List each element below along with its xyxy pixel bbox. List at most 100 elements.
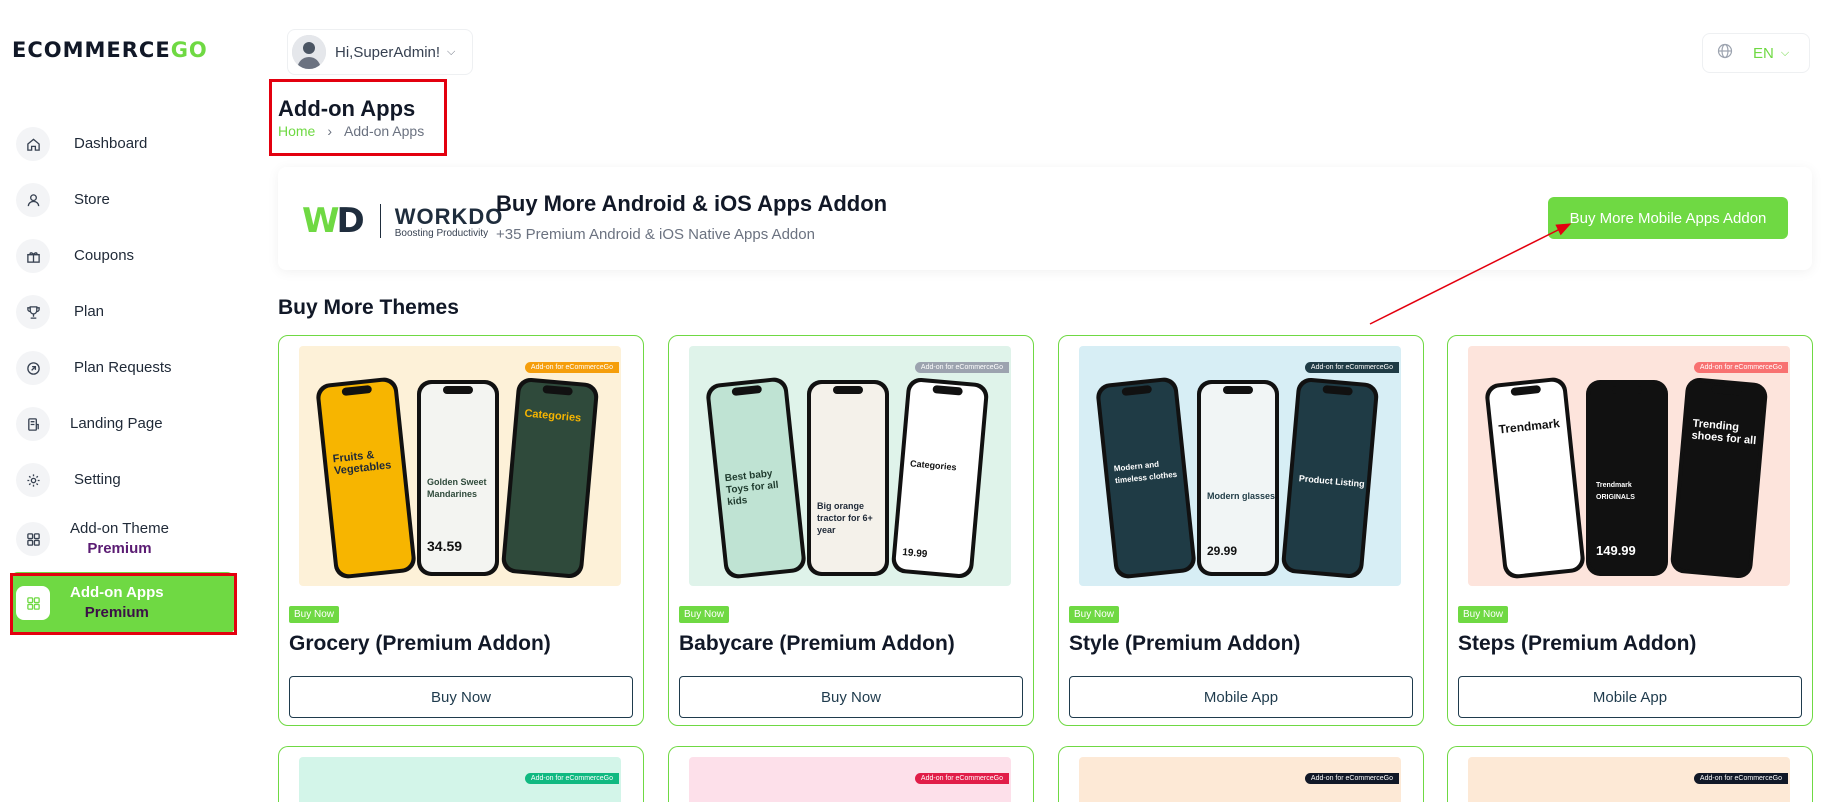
addon-tag: Add-on for eCommerceGo bbox=[1304, 362, 1399, 373]
sidebar-item-text: Add-on Theme Premium bbox=[70, 519, 169, 559]
phone-mockup: Big orange tractor for 6+ year bbox=[807, 380, 889, 576]
user-menu[interactable]: Hi,SuperAdmin! ⌵ bbox=[287, 29, 473, 75]
sidebar-item-addon-theme[interactable]: Add-on Theme Premium bbox=[10, 508, 235, 570]
sidebar-item-setting[interactable]: Setting bbox=[10, 452, 235, 508]
theme-thumbnail: Add-on for eCommerceGo bbox=[1079, 757, 1401, 802]
sidebar-item-addon-apps[interactable]: Add-on Apps Premium bbox=[10, 572, 235, 634]
phone-mockup: Product Listing bbox=[1280, 376, 1380, 580]
page-title: Add-on Apps bbox=[278, 96, 416, 121]
trophy-icon bbox=[16, 295, 50, 329]
phone-mockup: Categories bbox=[500, 376, 600, 580]
chevron-down-icon: ⌵ bbox=[1780, 46, 1790, 59]
theme-thumbnail: Add-on for eCommerceGo Modern and timele… bbox=[1079, 346, 1401, 586]
theme-card-babycare: Add-on for eCommerceGo Best baby Toys fo… bbox=[668, 335, 1034, 726]
phone-mockup: Trending shoes for all bbox=[1669, 376, 1769, 580]
sidebar-item-store[interactable]: Store bbox=[10, 172, 235, 228]
breadcrumb-current: Add-on Apps bbox=[344, 123, 425, 139]
buy-now-button[interactable]: Buy Now bbox=[679, 676, 1023, 718]
app-logo[interactable]: ECOMMERCEGO bbox=[12, 38, 208, 62]
sidebar-item-plan[interactable]: Plan bbox=[10, 284, 235, 340]
theme-thumbnail: Add-on for eCommerceGo Fruits & Vegetabl… bbox=[299, 346, 621, 586]
phone-mockup: Best baby Toys for all kids bbox=[704, 376, 808, 580]
logo-divider bbox=[379, 204, 381, 238]
phone-mockup: Modern glasses 29.99 bbox=[1197, 380, 1279, 576]
avatar bbox=[292, 35, 326, 69]
screen-text: Trendmark ORIGINALS bbox=[1596, 482, 1635, 501]
screen-price: 34.59 bbox=[427, 538, 463, 554]
mobile-apps-banner: WD WORKDO Boosting Productivity Buy More… bbox=[278, 167, 1812, 270]
screen-text: Best baby Toys for all kids bbox=[724, 468, 780, 509]
breadcrumb: Home › Add-on Apps bbox=[278, 123, 424, 139]
addon-tag: Add-on for eCommerceGo bbox=[1304, 773, 1399, 784]
app-root: ECOMMERCEGO Dashboard Store Coupons Plan… bbox=[0, 0, 1842, 802]
theme-thumbnail: Add-on for eCommerceGo bbox=[299, 757, 621, 802]
buy-now-badge: Buy Now bbox=[1069, 606, 1120, 623]
sidebar-item-label: Add-on Theme bbox=[70, 520, 169, 537]
logo-text: ECOMMERCE bbox=[12, 38, 171, 62]
grid-icon bbox=[16, 522, 50, 556]
mobile-app-button[interactable]: Mobile App bbox=[1458, 676, 1802, 718]
buy-now-button[interactable]: Buy Now bbox=[289, 676, 633, 718]
screen-text: Big orange tractor for 6+ year bbox=[817, 501, 873, 535]
section-title: Buy More Themes bbox=[278, 296, 459, 319]
addon-tag: Add-on for eCommerceGo bbox=[914, 362, 1009, 373]
sidebar-item-label: Dashboard bbox=[74, 135, 148, 152]
landing-page-icon bbox=[16, 407, 50, 441]
addon-tag: Add-on for eCommerceGo bbox=[914, 773, 1009, 784]
sidebar-item-landing-page[interactable]: Landing Page bbox=[10, 396, 235, 452]
sidebar: ECOMMERCEGO Dashboard Store Coupons Plan… bbox=[0, 0, 245, 802]
gear-icon bbox=[16, 463, 50, 497]
workdo-logo: WD WORKDO Boosting Productivity bbox=[302, 201, 503, 241]
addon-tag: Add-on for eCommerceGo bbox=[1693, 362, 1788, 373]
screen-text: Golden Sweet Mandarines bbox=[427, 477, 487, 499]
buy-mobile-apps-button[interactable]: Buy More Mobile Apps Addon bbox=[1548, 197, 1788, 239]
buy-now-badge: Buy Now bbox=[289, 606, 340, 623]
card-title: Style (Premium Addon) bbox=[1069, 632, 1301, 655]
breadcrumb-home-link[interactable]: Home bbox=[278, 123, 315, 139]
chevron-down-icon: ⌵ bbox=[447, 45, 456, 58]
theme-card: Add-on for eCommerceGo bbox=[278, 746, 644, 802]
theme-thumbnail: Add-on for eCommerceGo Best baby Toys fo… bbox=[689, 346, 1011, 586]
brand-name: WORKDO bbox=[394, 203, 504, 229]
card-title: Grocery (Premium Addon) bbox=[289, 632, 551, 655]
gift-icon bbox=[16, 239, 50, 273]
sidebar-item-label: Add-on Apps bbox=[70, 584, 164, 601]
user-greeting: Hi,SuperAdmin! bbox=[335, 43, 441, 61]
sidebar-item-coupons[interactable]: Coupons bbox=[10, 228, 235, 284]
grid-icon bbox=[16, 586, 50, 620]
buy-now-badge: Buy Now bbox=[1458, 606, 1509, 623]
globe-icon bbox=[1717, 43, 1733, 64]
screen-price: 19.99 bbox=[901, 547, 928, 561]
sidebar-item-dashboard[interactable]: Dashboard bbox=[10, 116, 235, 172]
addon-tag: Add-on for eCommerceGo bbox=[524, 362, 619, 373]
phone-mockup: Categories 19.99 bbox=[890, 376, 990, 580]
sidebar-item-text: Add-on Apps Premium bbox=[70, 583, 164, 623]
mobile-app-button[interactable]: Mobile App bbox=[1069, 676, 1413, 718]
sidebar-item-label: Landing Page bbox=[70, 415, 163, 432]
card-title: Steps (Premium Addon) bbox=[1458, 632, 1697, 655]
sidebar-item-label: Store bbox=[74, 191, 110, 208]
logo-accent: GO bbox=[170, 38, 208, 62]
theme-card: Add-on for eCommerceGo bbox=[1447, 746, 1813, 802]
brand-tagline: Boosting Productivity bbox=[394, 227, 489, 239]
phone-mockup: Modern and timeless clothes bbox=[1094, 376, 1198, 580]
phone-mockup: Golden Sweet Mandarines 34.59 bbox=[417, 380, 499, 576]
phone-mockup: Fruits & Vegetables bbox=[314, 376, 418, 580]
sidebar-item-label: Setting bbox=[74, 471, 121, 488]
theme-card: Add-on for eCommerceGo bbox=[668, 746, 1034, 802]
sidebar-item-label: Coupons bbox=[74, 247, 135, 264]
theme-card: Add-on for eCommerceGo bbox=[1058, 746, 1424, 802]
request-icon bbox=[16, 351, 50, 385]
language-selector[interactable]: EN ⌵ bbox=[1702, 33, 1810, 73]
workdo-mark-icon: WD bbox=[302, 201, 365, 241]
sidebar-item-plan-requests[interactable]: Plan Requests bbox=[10, 340, 235, 396]
banner-subtitle: +35 Premium Android & iOS Native Apps Ad… bbox=[496, 226, 815, 243]
screen-text: Modern glasses bbox=[1207, 491, 1276, 501]
workdo-brand: WORKDO Boosting Productivity bbox=[395, 204, 504, 239]
home-icon bbox=[16, 127, 50, 161]
phone-mockup: Trendmark bbox=[1483, 376, 1587, 580]
buy-now-badge: Buy Now bbox=[679, 606, 730, 623]
chevron-right-icon: › bbox=[327, 123, 333, 139]
user-icon bbox=[16, 183, 50, 217]
premium-label: Premium bbox=[84, 604, 149, 621]
